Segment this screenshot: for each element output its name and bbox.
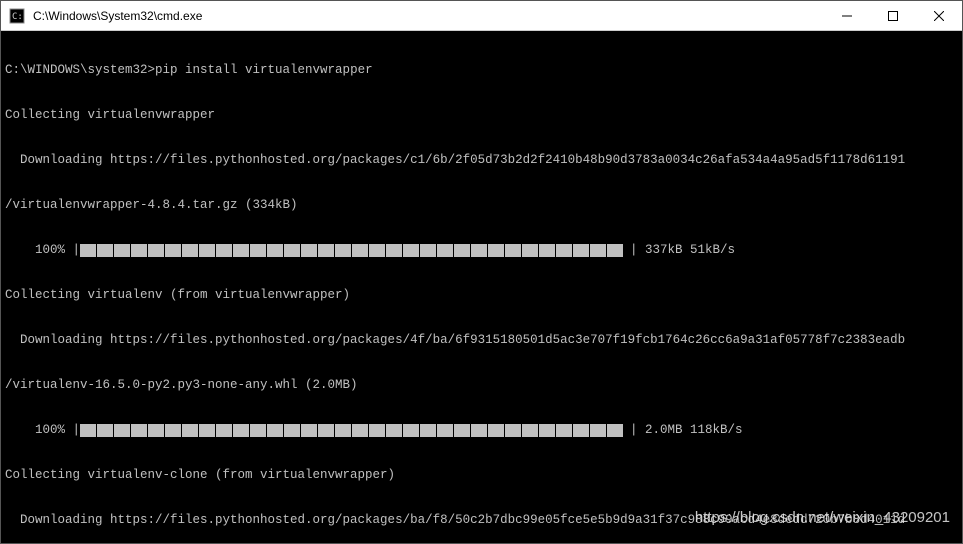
output-line: Collecting virtualenv-clone (from virtua… <box>5 468 958 483</box>
maximize-button[interactable] <box>870 1 916 30</box>
titlebar[interactable]: C: C:\Windows\System32\cmd.exe <box>1 1 962 31</box>
output-line: Downloading https://files.pythonhosted.o… <box>5 333 958 348</box>
output-line: /virtualenv-16.5.0-py2.py3-none-any.whl … <box>5 378 958 393</box>
progress-bar <box>80 244 624 257</box>
progress-line: 100% || 337kB 51kB/s <box>5 243 958 258</box>
svg-text:C:: C: <box>12 12 23 22</box>
prompt: C:\WINDOWS\system32> <box>5 63 155 77</box>
output-line: /virtualenvwrapper-4.8.4.tar.gz (334kB) <box>5 198 958 213</box>
terminal-output[interactable]: C:\WINDOWS\system32>pip install virtuale… <box>1 31 962 543</box>
progress-bar <box>80 424 624 437</box>
close-button[interactable] <box>916 1 962 30</box>
output-line: Downloading https://files.pythonhosted.o… <box>5 153 958 168</box>
cmd-icon: C: <box>9 8 25 24</box>
minimize-button[interactable] <box>824 1 870 30</box>
cmd-window: C: C:\Windows\System32\cmd.exe C:\WINDOW… <box>0 0 963 544</box>
command: pip install virtualenvwrapper <box>155 63 373 77</box>
window-title: C:\Windows\System32\cmd.exe <box>33 9 824 23</box>
output-line: Collecting virtualenvwrapper <box>5 108 958 123</box>
progress-line: 100% || 2.0MB 118kB/s <box>5 423 958 438</box>
window-controls <box>824 1 962 30</box>
watermark: https://blog.csdn.net/weixin_43209201 <box>695 510 950 525</box>
output-line: Collecting virtualenv (from virtualenvwr… <box>5 288 958 303</box>
